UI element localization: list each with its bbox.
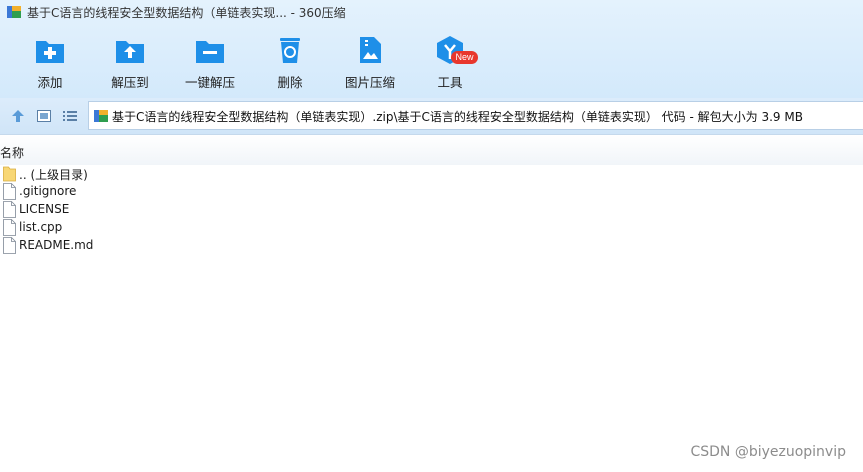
extract-to-button[interactable]: 解压到 bbox=[90, 24, 170, 96]
folder-icon bbox=[3, 166, 16, 182]
extract-to-label: 解压到 bbox=[111, 75, 149, 90]
title-bar: 基于C语言的线程安全型数据结构（单链表实现... - 360压缩 bbox=[0, 0, 863, 24]
thumbnail-view-icon[interactable] bbox=[36, 108, 52, 124]
file-icon bbox=[3, 219, 16, 236]
list-item-file[interactable]: README.md bbox=[0, 237, 863, 255]
extract-to-folder-icon bbox=[116, 41, 144, 63]
add-label: 添加 bbox=[37, 75, 63, 90]
watermark: CSDN @biyezuopinvip bbox=[690, 444, 846, 460]
address-path: 基于C语言的线程安全型数据结构（单链表实现）.zip\基于C语言的线程安全型数据… bbox=[112, 110, 803, 124]
title-and-toolbar-area: 基于C语言的线程安全型数据结构（单链表实现... - 360压缩 添加 解压到 … bbox=[0, 0, 863, 98]
column-header-name[interactable]: 名称 bbox=[0, 144, 24, 161]
tools-label: 工具 bbox=[437, 75, 463, 90]
file-name: .gitignore bbox=[19, 184, 77, 198]
list-item-file[interactable]: .gitignore bbox=[0, 183, 863, 201]
file-name: README.md bbox=[19, 238, 94, 252]
add-folder-icon bbox=[36, 41, 64, 63]
file-list: .. (上级目录) .gitignore LICENSE list.cpp RE… bbox=[0, 165, 863, 255]
file-name: list.cpp bbox=[19, 220, 63, 234]
image-compress-icon bbox=[360, 37, 381, 63]
file-icon bbox=[3, 237, 16, 254]
new-badge: New bbox=[451, 51, 478, 64]
image-compress-button[interactable]: 图片压缩 bbox=[330, 24, 410, 96]
delete-label: 删除 bbox=[277, 75, 303, 90]
file-name: LICENSE bbox=[19, 202, 70, 216]
list-view-icon[interactable] bbox=[62, 108, 78, 124]
file-icon bbox=[3, 183, 16, 200]
recycle-bin-icon bbox=[280, 38, 300, 63]
main-toolbar: 添加 解压到 一键解压 删除 图片压缩 工具 New bbox=[0, 24, 863, 98]
list-item-file[interactable]: LICENSE bbox=[0, 201, 863, 219]
up-arrow-icon[interactable] bbox=[10, 108, 26, 124]
address-field[interactable]: 基于C语言的线程安全型数据结构（单链表实现）.zip\基于C语言的线程安全型数据… bbox=[88, 101, 863, 130]
file-name: .. (上级目录) bbox=[19, 168, 88, 182]
one-click-extract-folder-icon bbox=[196, 41, 224, 63]
address-bar-row: 基于C语言的线程安全型数据结构（单链表实现）.zip\基于C语言的线程安全型数据… bbox=[0, 98, 863, 135]
file-icon bbox=[3, 201, 16, 218]
image-compress-label: 图片压缩 bbox=[344, 75, 395, 90]
list-item-parent-directory[interactable]: .. (上级目录) bbox=[0, 165, 863, 183]
tools-button[interactable]: 工具 bbox=[410, 24, 490, 96]
one-click-extract-label: 一键解压 bbox=[184, 75, 235, 90]
list-item-file[interactable]: list.cpp bbox=[0, 219, 863, 237]
add-button[interactable]: 添加 bbox=[10, 24, 90, 96]
file-list-header: 名称 bbox=[0, 135, 863, 165]
archive-app-icon bbox=[7, 6, 21, 18]
zip-archive-icon bbox=[94, 110, 108, 122]
window-title: 基于C语言的线程安全型数据结构（单链表实现... - 360压缩 bbox=[27, 6, 346, 20]
delete-button[interactable]: 删除 bbox=[250, 24, 330, 96]
one-click-extract-button[interactable]: 一键解压 bbox=[170, 24, 250, 96]
